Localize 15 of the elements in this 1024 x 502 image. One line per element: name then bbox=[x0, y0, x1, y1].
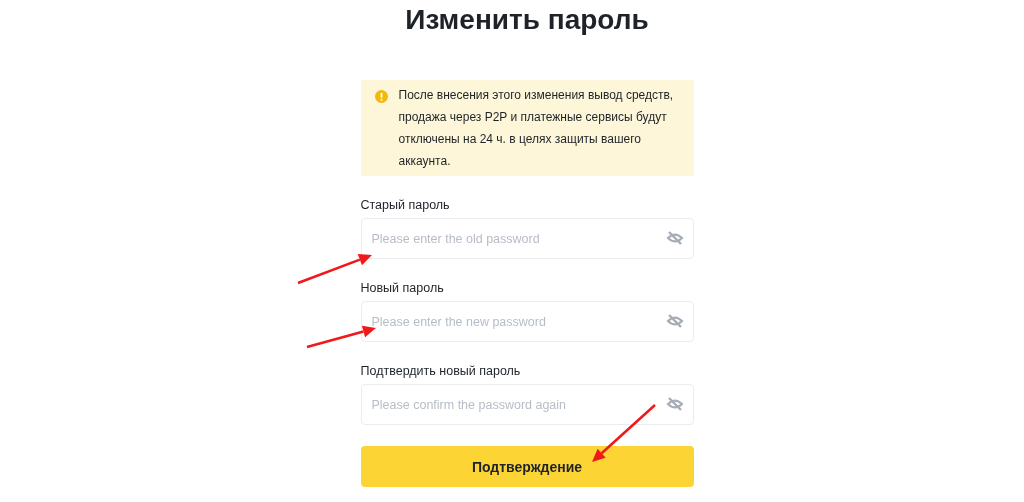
hidden-eye-icon[interactable] bbox=[665, 312, 684, 330]
field-label: Подтвердить новый пароль bbox=[360, 363, 521, 380]
notice-text: После внесения этого изменения вывод средств, продажа через P2P и платежные сервисы будут отключены на 24 ч. в целях защиты вашего аккаунта. bbox=[398, 87, 675, 170]
password-field[interactable]: Please enter the new password bbox=[360, 301, 694, 342]
warning-icon bbox=[374, 90, 388, 103]
field-label: Старый пароль bbox=[360, 197, 450, 214]
page-title: Изменить пароль bbox=[404, 3, 650, 37]
confirm-button[interactable]: Подтверждение bbox=[360, 446, 694, 487]
arrow bbox=[306, 325, 376, 349]
password-field[interactable]: Please enter the old password bbox=[360, 218, 694, 259]
arrow bbox=[592, 404, 656, 462]
hidden-eye-icon[interactable] bbox=[665, 229, 684, 247]
password-field[interactable]: Please confirm the password again bbox=[360, 384, 694, 425]
field-label: Новый пароль bbox=[360, 280, 444, 297]
hidden-eye-icon[interactable] bbox=[665, 395, 684, 413]
